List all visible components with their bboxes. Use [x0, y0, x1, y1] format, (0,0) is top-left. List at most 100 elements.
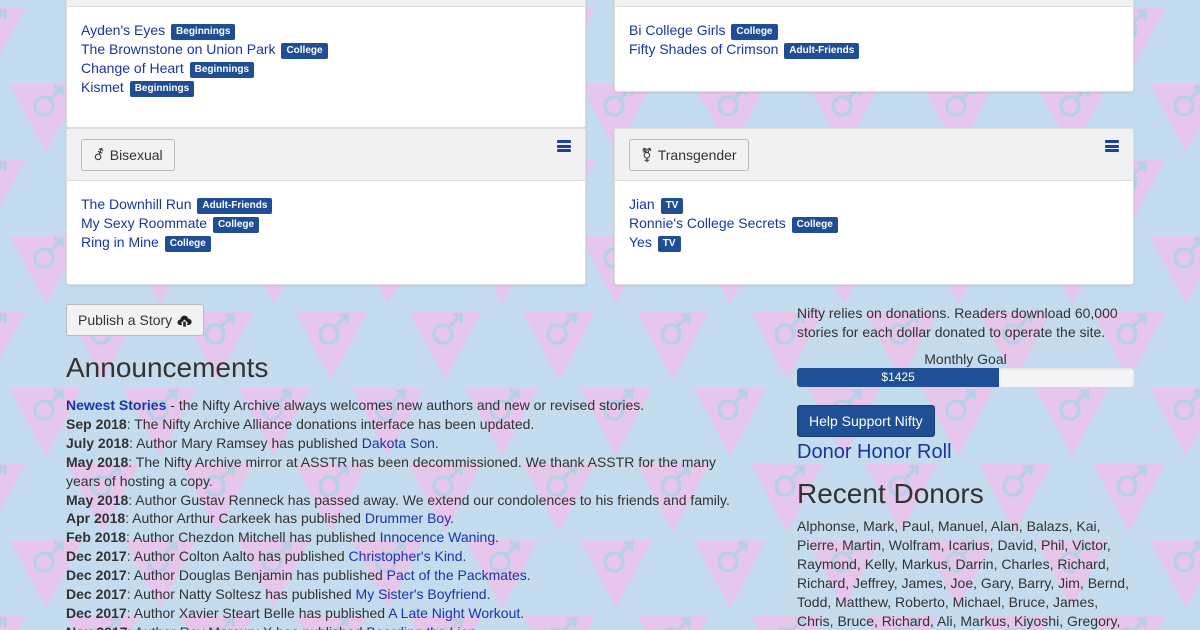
category-label: Transgender	[657, 147, 737, 163]
announcement-date: Apr 2018	[66, 510, 126, 527]
category-badge[interactable]: College	[164, 236, 211, 252]
announcement-text: : The Nifty Archive mirror at ASSTR has …	[66, 453, 717, 489]
announcement-text: : The Nifty Archive Alliance donations i…	[126, 415, 535, 432]
story-link[interactable]: Bi College Girls	[629, 22, 725, 38]
story-link[interactable]: Ring in Mine	[81, 234, 159, 250]
story-item: Ronnie's College Secrets College	[629, 214, 1119, 233]
announcement-item: July 2018: Author Mary Ramsey has publis…	[66, 434, 746, 453]
category-badge[interactable]: Adult-Friends	[197, 198, 273, 214]
story-item: The Downhill Run Adult-Friends	[81, 195, 571, 214]
story-card-top-left: Ayden's Eyes Beginnings The Brownstone on…	[66, 0, 586, 128]
announcement-text: : Author Colton Aalto has published	[126, 548, 349, 565]
announcement-end: .	[450, 510, 455, 527]
announcement-date: May 2018	[66, 491, 129, 508]
story-link[interactable]: Change of Heart	[81, 60, 184, 76]
publish-story-label: Publish a Story	[78, 312, 173, 328]
announcements-list: Newest Stories - the Nifty Archive alway…	[66, 396, 746, 630]
recent-donors-title: Recent Donors	[797, 478, 984, 509]
story-link[interactable]: Jian	[629, 196, 655, 212]
story-link[interactable]: Kismet	[81, 79, 124, 95]
category-badge[interactable]: Adult-Friends	[784, 43, 860, 59]
announcement-date: May 2018	[66, 453, 129, 470]
story-list: Ayden's Eyes Beginnings The Brownstone on…	[67, 7, 585, 97]
announcement-end: .	[495, 529, 499, 546]
publish-story-button[interactable]: Publish a Story	[66, 304, 205, 336]
announcement-end: .	[526, 567, 531, 584]
story-card-top-right: Bi College Girls College Fifty Shades of …	[614, 0, 1134, 92]
story-item: My Sexy Roommate College	[81, 214, 571, 233]
transgender-symbol-icon: ⚧	[641, 146, 653, 163]
menu-icon[interactable]	[557, 140, 571, 152]
bisexual-category-button[interactable]: ⚦ Bisexual	[81, 139, 175, 171]
announcement-story-link[interactable]: Dakota Son	[362, 435, 435, 451]
announcement-item: Dec 2017: Author Douglas Benjamin has pu…	[66, 566, 746, 585]
announcement-item: Nov 2017: Author Roy Mercury X has publi…	[66, 623, 746, 630]
monthly-goal-label: Monthly Goal	[924, 351, 1007, 367]
announcements-title: Announcements	[66, 352, 269, 383]
help-support-button[interactable]: Help Support Nifty	[797, 405, 935, 437]
story-item: Jian TV	[629, 195, 1119, 214]
story-list: Bi College Girls College Fifty Shades of …	[615, 7, 1133, 59]
story-link[interactable]: Ronnie's College Secrets	[629, 215, 786, 231]
announcement-item: Sep 2018: The Nifty Archive Alliance don…	[66, 415, 746, 434]
announcement-text: : Author Gustav Renneck has passed away.…	[128, 491, 730, 508]
story-link[interactable]: My Sexy Roommate	[81, 215, 207, 231]
announcement-end: .	[476, 624, 480, 630]
announcement-text: : Author Chezdon Mitchell has published	[125, 529, 380, 546]
story-item: Change of Heart Beginnings	[81, 59, 571, 78]
category-badge[interactable]: College	[281, 43, 328, 59]
donation-panel: Nifty relies on donations. Readers downl…	[797, 304, 1134, 630]
announcement-text: : Author Xavier Steart Belle has publish…	[126, 604, 389, 621]
category-badge[interactable]: College	[791, 217, 838, 233]
announcement-text: : Author Natty Soltesz has published	[126, 586, 356, 603]
story-link[interactable]: Yes	[629, 234, 652, 250]
category-badge[interactable]: TV	[660, 198, 684, 214]
category-badge[interactable]: TV	[657, 236, 681, 252]
announcement-date: Dec 2017	[66, 586, 127, 603]
announcements-section: Announcements Newest Stories - the Nifty…	[66, 352, 746, 630]
announcement-story-link[interactable]: My Sister's Boyfriend	[356, 586, 487, 602]
category-badge[interactable]: College	[731, 24, 778, 40]
bisexual-category-card: ⚦ Bisexual The Downhill Run Adult-Friend…	[66, 128, 586, 285]
announcement-item: Dec 2017: Author Xavier Steart Belle has…	[66, 604, 746, 623]
donation-text: Nifty relies on donations. Readers downl…	[797, 305, 1118, 340]
story-link[interactable]: The Brownstone on Union Park	[81, 41, 276, 57]
category-badge[interactable]: Beginnings	[129, 81, 195, 97]
announcement-story-link[interactable]: A Late Night Workout	[388, 605, 520, 621]
announcement-date: Nov 2017	[66, 624, 127, 630]
announcement-date: Sep 2018	[66, 415, 127, 432]
newest-stories-link[interactable]: Newest Stories	[66, 397, 166, 413]
announcement-date: Dec 2017	[66, 548, 127, 565]
story-link[interactable]: Fifty Shades of Crimson	[629, 41, 778, 57]
recent-donors-list: Alphonse, Mark, Paul, Manuel, Alan, Bala…	[797, 518, 1129, 629]
story-item: Fifty Shades of Crimson Adult-Friends	[629, 40, 1119, 59]
announcement-item: Dec 2017: Author Colton Aalto has publis…	[66, 547, 746, 566]
announcement-story-link[interactable]: Bearding the Lion	[366, 624, 476, 630]
announcement-story-link[interactable]: Christopher's Kind	[349, 548, 463, 564]
category-badge[interactable]: Beginnings	[189, 62, 255, 78]
category-badge[interactable]: College	[212, 217, 260, 233]
story-item: Kismet Beginnings	[81, 78, 571, 97]
announcement-text: : Author Mary Ramsey has published	[129, 434, 362, 451]
announcement-text: - the Nifty Archive always welcomes new …	[166, 397, 645, 413]
story-item: Bi College Girls College	[629, 21, 1119, 40]
upload-cloud-icon	[177, 315, 192, 327]
announcement-story-link[interactable]: Drummer Boy	[365, 510, 450, 526]
donor-honor-roll-link[interactable]: Donor Honor Roll	[797, 441, 952, 463]
announcement-end: .	[520, 604, 525, 621]
announcement-date: Dec 2017	[66, 604, 127, 621]
announcement-item: Feb 2018: Author Chezdon Mitchell has pu…	[66, 528, 746, 547]
story-link[interactable]: The Downhill Run	[81, 196, 192, 212]
announcement-date: July 2018	[66, 434, 130, 451]
story-link[interactable]: Ayden's Eyes	[81, 22, 165, 38]
announcement-item: Dec 2017: Author Natty Soltesz has publi…	[66, 585, 746, 604]
announcement-end: .	[486, 586, 491, 603]
menu-icon[interactable]	[1105, 140, 1119, 152]
announcement-story-link[interactable]: Pact of the Packmates	[387, 567, 527, 583]
announcement-text: : Author Arthur Carkeek has published	[125, 510, 365, 527]
announcement-item: May 2018: Author Gustav Renneck has pass…	[66, 491, 746, 510]
transgender-category-button[interactable]: ⚧ Transgender	[629, 139, 749, 171]
announcement-story-link[interactable]: Innocence Waning	[380, 529, 495, 545]
category-badge[interactable]: Beginnings	[171, 24, 236, 40]
announcement-date: Dec 2017	[66, 567, 127, 584]
